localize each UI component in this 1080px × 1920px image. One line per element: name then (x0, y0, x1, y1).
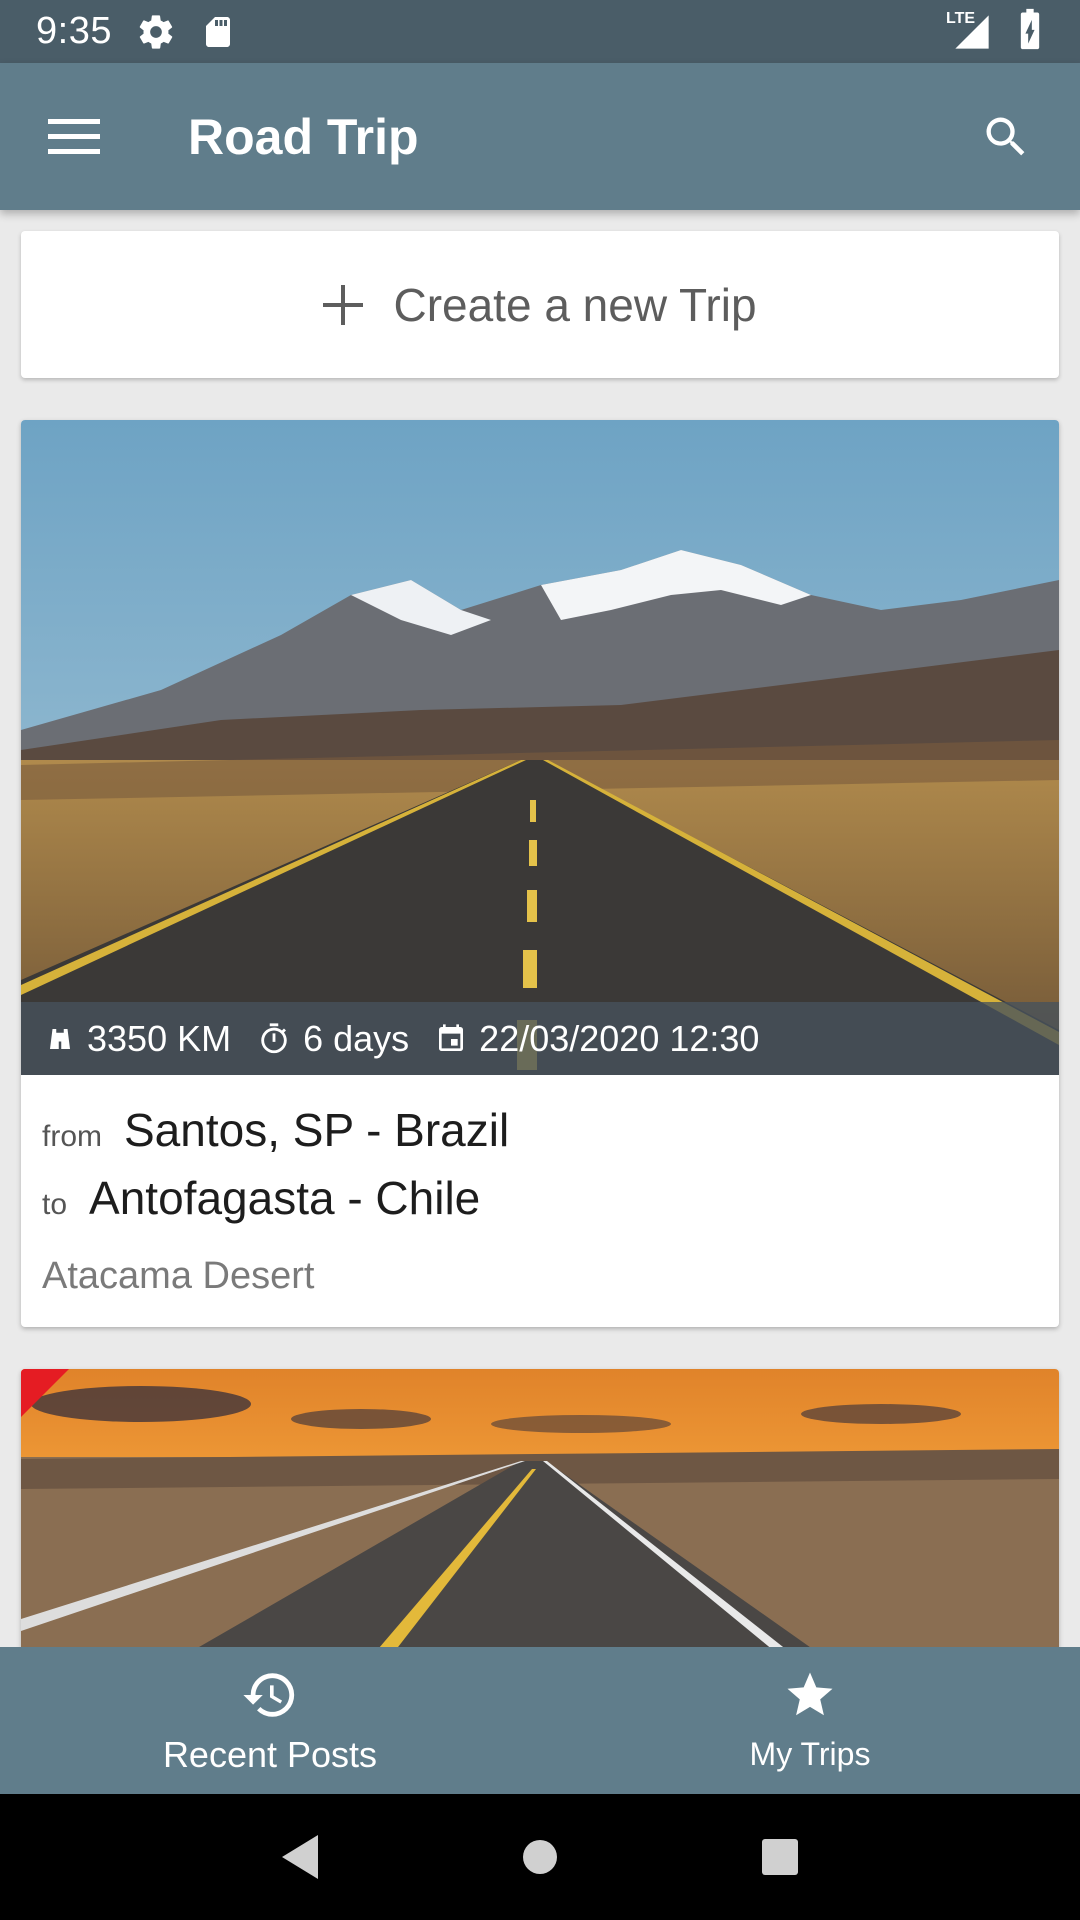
create-trip-button[interactable]: Create a new Trip (21, 231, 1059, 378)
calendar-icon (439, 1023, 464, 1051)
from-label: from (42, 1120, 102, 1153)
trip-distance: 3350 KM (87, 1017, 232, 1059)
trip-description: Atacama Desert (42, 1255, 315, 1297)
status-time: 9:35 (36, 10, 112, 52)
search-button[interactable] (966, 97, 1046, 177)
trip-duration: 6 days (303, 1017, 410, 1059)
trip-date: 22/03/2020 12:30 (479, 1017, 760, 1059)
nav-recent-posts-label: Recent Posts (162, 1733, 378, 1775)
trip-card[interactable] (21, 1369, 1059, 1647)
search-icon (986, 117, 1025, 155)
nav-my-trips[interactable]: My Trips (540, 1647, 1080, 1794)
create-trip-label: Create a new Trip (393, 278, 757, 331)
timer-icon (261, 1022, 287, 1053)
home-button[interactable] (500, 1817, 580, 1897)
lte-signal-icon: LTE (946, 10, 994, 52)
menu-button[interactable] (34, 97, 114, 177)
trip-cover-image (21, 1369, 1059, 1647)
nav-my-trips-label: My Trips (749, 1736, 871, 1772)
network-label: LTE (946, 9, 976, 27)
menu-icon (48, 118, 100, 154)
binoculars-icon (50, 1028, 70, 1049)
app-title: Road Trip (188, 108, 419, 165)
plus-icon (323, 275, 364, 335)
trip-card[interactable]: 3350 KM 6 days 22/03/2020 12:30 from San… (21, 420, 1059, 1327)
nav-recent-posts[interactable]: Recent Posts (0, 1647, 540, 1794)
recents-square-icon (762, 1839, 798, 1875)
home-circle-icon (523, 1840, 557, 1874)
trip-info-strip: 3350 KM 6 days 22/03/2020 12:30 (21, 1002, 1059, 1075)
trip-feed[interactable]: Create a new Trip 3350 KM 6 days 22/03/2… (0, 210, 1080, 1647)
screen: 9:35 LTE Road Trip Create a new Trip 335… (0, 0, 1080, 1920)
settings-icon (136, 12, 176, 52)
route-from: from Santos, SP - Brazil (42, 1103, 1038, 1157)
status-bar: 9:35 LTE (0, 0, 1080, 63)
date-info: 22/03/2020 12:30 (435, 1018, 759, 1060)
bottom-navigation: Recent Posts My Trips (0, 1647, 1080, 1794)
status-right: LTE (946, 7, 1044, 56)
route-to: to Antofagasta - Chile (42, 1171, 1038, 1225)
back-button[interactable] (260, 1817, 340, 1897)
star-icon (787, 1672, 833, 1716)
duration-info: 6 days (257, 1018, 409, 1060)
origin-city: Santos, SP - Brazil (124, 1104, 510, 1156)
sd-card-icon (200, 12, 236, 52)
history-icon (243, 1672, 295, 1717)
battery-icon (1016, 7, 1044, 56)
system-navigation-bar (0, 1794, 1080, 1920)
distance-info: 3350 KM (45, 1018, 231, 1060)
trip-cover-image: 3350 KM 6 days 22/03/2020 12:30 (21, 420, 1059, 1075)
app-bar: Road Trip (0, 63, 1080, 210)
to-label: to (42, 1188, 68, 1221)
destination-city: Antofagasta - Chile (89, 1172, 481, 1224)
back-triangle-icon (282, 1835, 318, 1879)
trip-details: from Santos, SP - Brazil to Antofagasta … (21, 1075, 1059, 1298)
recents-button[interactable] (740, 1817, 820, 1897)
